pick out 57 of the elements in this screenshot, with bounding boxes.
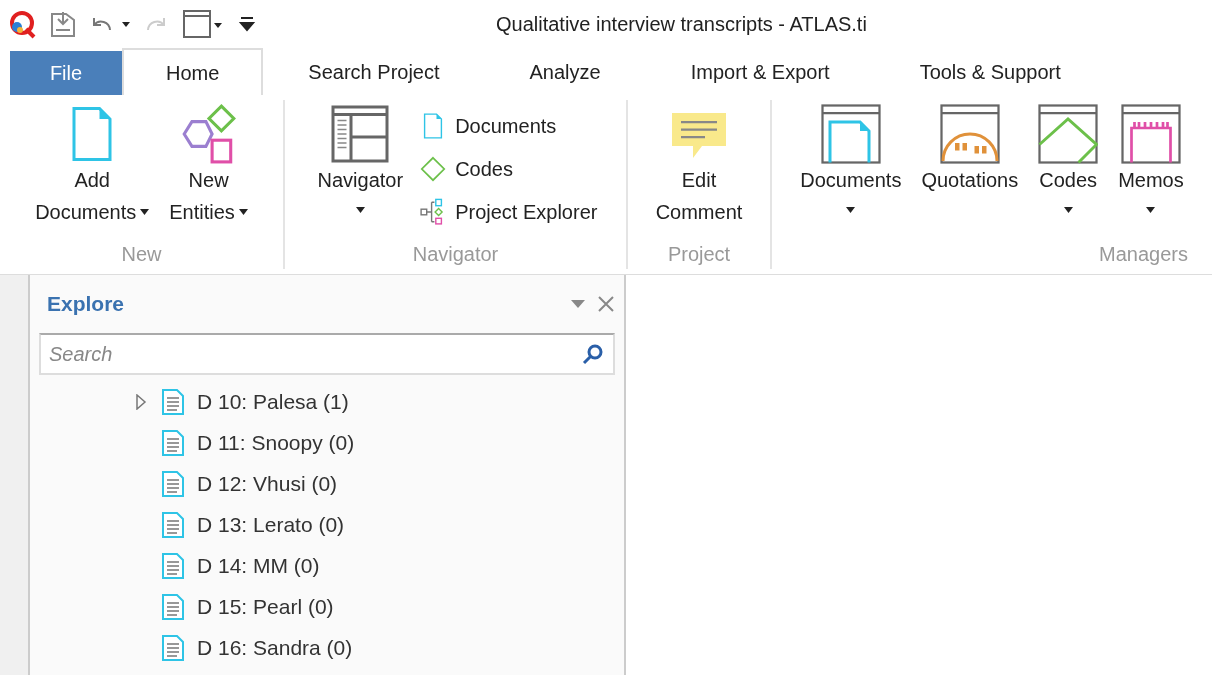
ribbon-tab[interactable]: Import & Export bbox=[648, 48, 872, 95]
document-icon bbox=[161, 387, 185, 416]
group-label: New bbox=[121, 242, 162, 267]
group-label: Managers bbox=[1099, 242, 1189, 267]
ribbon-tab[interactable]: Tools & Support bbox=[877, 48, 1103, 95]
diamond-icon bbox=[419, 154, 448, 183]
caret-icon bbox=[238, 209, 248, 215]
search-field[interactable]: Search bbox=[39, 333, 615, 375]
ribbon-button[interactable]: Memos bbox=[1114, 100, 1188, 224]
ribbon-tab[interactable]: Home bbox=[122, 48, 264, 95]
document-icon bbox=[161, 592, 185, 621]
tree-item[interactable]: D 16: Sandra (0) bbox=[39, 627, 615, 668]
tree-item[interactable]: D 15: Pearl (0) bbox=[39, 586, 615, 627]
document-manager-icon bbox=[820, 104, 881, 164]
ribbon-button[interactable]: Navigator bbox=[313, 100, 408, 224]
tree-item[interactable]: D 12: Vhusi (0) bbox=[39, 463, 615, 504]
save-icon[interactable] bbox=[50, 10, 76, 38]
window-title: Qualitative interview transcripts - ATLAS.ti bbox=[496, 12, 867, 37]
ribbon-button[interactable]: Documents bbox=[796, 100, 906, 224]
tree-item[interactable]: D 14: MM (0) bbox=[39, 545, 615, 586]
tree-item[interactable]: D 11: Snoopy (0) bbox=[39, 422, 615, 463]
caret-icon bbox=[1146, 207, 1156, 213]
ribbon-tab[interactable]: Analyze bbox=[487, 48, 643, 95]
ribbon-small-button[interactable]: Documents bbox=[419, 104, 598, 147]
ribbon-small-button[interactable]: Project Explorer bbox=[419, 190, 598, 233]
dropdown-icon[interactable] bbox=[571, 300, 585, 308]
ribbon-button[interactable]: Quotations bbox=[917, 100, 1023, 196]
ribbon-button[interactable]: Add Documents bbox=[31, 100, 154, 228]
caret-icon bbox=[1063, 207, 1073, 213]
search-icon[interactable] bbox=[581, 342, 605, 366]
group-label: Navigator bbox=[412, 242, 499, 267]
expand-arrow-icon[interactable] bbox=[135, 393, 147, 410]
panel-title: Explore bbox=[47, 291, 125, 318]
document-icon bbox=[161, 551, 185, 580]
caret-icon bbox=[846, 207, 856, 213]
memo-manager-icon bbox=[1120, 104, 1181, 164]
ribbon-tab[interactable]: Search Project bbox=[266, 48, 482, 95]
quotation-manager-icon bbox=[939, 104, 1000, 164]
customize-icon[interactable] bbox=[238, 16, 256, 32]
tree-item[interactable]: D 13: Lerato (0) bbox=[39, 504, 615, 545]
document-icon bbox=[161, 510, 185, 539]
code-manager-icon bbox=[1038, 104, 1099, 164]
document-icon bbox=[161, 469, 185, 498]
ribbon-button[interactable]: New Entities bbox=[165, 100, 252, 228]
ribbon-small-button[interactable]: Codes bbox=[419, 147, 598, 190]
caret-icon bbox=[355, 207, 365, 213]
tree-item[interactable]: D 10: Palesa (1) bbox=[39, 381, 615, 422]
group-label: Project bbox=[667, 242, 731, 267]
navigator-icon bbox=[330, 104, 391, 164]
caret-icon bbox=[140, 209, 150, 215]
document-icon bbox=[161, 428, 185, 457]
document-icon bbox=[161, 633, 185, 662]
close-icon[interactable] bbox=[597, 295, 615, 313]
app-logo-icon[interactable] bbox=[8, 9, 38, 39]
ribbon-button[interactable]: Codes bbox=[1034, 100, 1103, 224]
ribbon-button[interactable]: Edit Comment bbox=[651, 100, 747, 228]
file-tab[interactable]: File bbox=[10, 51, 122, 95]
